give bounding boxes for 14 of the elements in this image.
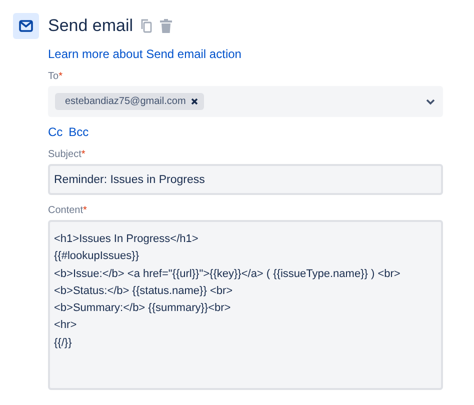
copy-recipient-link[interactable]: Cc xyxy=(48,125,63,139)
learn-more-link[interactable]: Learn more about Send email action xyxy=(48,47,242,61)
recipient-chip: estebandiaz75@gmail.com xyxy=(55,93,204,110)
field-label: Content* xyxy=(48,205,87,216)
content-field[interactable]: <h1>Issues In Progress</h1> {{#lookupIssues}} <b>Issue:</b> <a href="{{url}}">{{key}}</a> ( {{issueType.name}} ) <br> <b>Status:</b> {{status.name}} <br> <b>Summary:</b> {{summary}}<br> <hr> {{/}} xyxy=(48,220,443,390)
envelope-icon xyxy=(13,13,39,39)
action-title: Send email xyxy=(48,16,134,36)
field-label: Subject* xyxy=(48,149,86,160)
remove-icon[interactable] xyxy=(190,98,198,105)
to-field[interactable]: estebandiaz75@gmail.com xyxy=(48,86,443,117)
copy-recipient-link[interactable]: Bcc xyxy=(68,125,89,139)
subject-field[interactable]: Reminder: Issues in Progress xyxy=(48,164,443,195)
field-label: To* xyxy=(48,71,62,82)
chevron-down-icon[interactable] xyxy=(426,98,435,104)
